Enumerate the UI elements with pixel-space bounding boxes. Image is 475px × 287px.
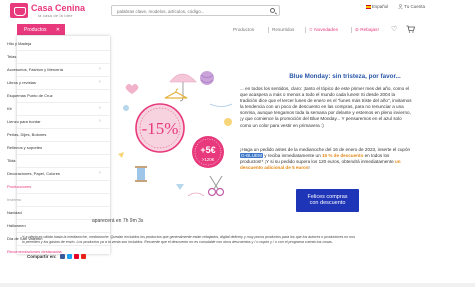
discount-highlight: 15 % de descuento: [321, 153, 364, 159]
language-label: Español: [372, 4, 389, 9]
countdown-text: aparecerá en 7h 9m 3s: [92, 218, 144, 224]
menu-item-perlas[interactable]: Perlas, Dijes, Botones: [7, 132, 46, 137]
products-menu-button[interactable]: Productos ✕: [17, 24, 65, 35]
thread-spool-icon: [135, 166, 147, 182]
nav-link-novedades[interactable]: ✩ Novedades: [309, 27, 338, 33]
pinterest-icon[interactable]: [74, 254, 79, 259]
offer-text: !: [308, 165, 310, 171]
hero-paragraph-intro: ... en todos los sentidos, claro: ¡tanto…: [240, 86, 412, 128]
offer-text: ¡Haga un pedido antes de la medianoche d…: [240, 147, 411, 152]
yarn-ball-icon: [200, 71, 214, 85]
menu-item-tilda[interactable]: Tilda: [7, 158, 16, 163]
menu-divider: [17, 50, 110, 51]
chevron-right-icon: ›: [99, 170, 101, 176]
scissors-icon: [207, 175, 225, 197]
hanger-icon: [164, 88, 188, 99]
menu-item-hilo[interactable]: Hilo y Madeja: [7, 41, 31, 46]
search-icon[interactable]: [270, 8, 275, 13]
coupon-code: G-BLUEM: [240, 153, 263, 159]
menu-divider: [17, 63, 110, 64]
chevron-right-icon: ›: [99, 105, 101, 111]
menu-divider: [17, 193, 110, 194]
site-header: Casa Cenina la casa de la idee Español T…: [0, 0, 475, 22]
star-icon: ✩: [309, 27, 313, 32]
blue-monday-illustration: -15% +5€ >120€: [118, 71, 233, 197]
menu-divider: [17, 206, 110, 207]
heart-decoration-icon: [125, 84, 139, 94]
logo-icon[interactable]: [10, 3, 28, 18]
menu-divider: [17, 141, 110, 142]
heart-icon[interactable]: ♡: [391, 26, 399, 33]
footer-strip: [0, 283, 475, 287]
account-link[interactable]: Tu Cuenta: [398, 4, 426, 10]
youtube-icon[interactable]: [81, 254, 86, 259]
products-menu-label: Productos: [24, 27, 47, 33]
menu-item-decoraciones[interactable]: Decoraciones, Papel, Colores: [7, 171, 60, 176]
cart-icon[interactable]: [406, 25, 415, 33]
account-label: Tu Cuenta: [404, 4, 426, 9]
chevron-right-icon: ›: [99, 118, 101, 124]
menu-item-libros[interactable]: Libros y revistas: [7, 80, 36, 85]
bead-decoration-icon: [123, 105, 129, 111]
menu-divider: [17, 89, 110, 90]
user-icon: [398, 4, 403, 10]
nav-link-rebajas-label: Rebajas!: [360, 27, 379, 32]
menu-divider: [17, 128, 110, 129]
menu-item-halloween[interactable]: Halloween: [7, 223, 26, 228]
menu-divider: [17, 115, 110, 116]
nav-link-novedades-label: Novedades: [314, 27, 338, 32]
search-input[interactable]: [117, 7, 267, 15]
menu-item-rellenos[interactable]: Rellenos y soportes: [7, 145, 42, 150]
facebook-icon[interactable]: [60, 254, 65, 259]
shop-discount-button[interactable]: Felices compras con descuento: [296, 189, 359, 212]
chevron-right-icon: ›: [99, 79, 101, 85]
badge-percent: -15%: [142, 119, 179, 138]
disclaimer-line-1: *La oferta es válida hasta la medianoche…: [22, 235, 356, 239]
brand-tagline: la casa de la idee: [38, 13, 73, 18]
umbrella-icon: [169, 73, 197, 102]
menu-item-kit[interactable]: Kit: [7, 106, 12, 111]
spain-flag-icon: [366, 5, 371, 9]
twitter-icon[interactable]: [67, 254, 72, 259]
menu-divider: [17, 232, 110, 233]
shop-discount-label: Felices compras con descuento: [307, 193, 348, 207]
close-icon[interactable]: ✕: [56, 27, 60, 33]
language-selector[interactable]: Español: [366, 4, 388, 9]
share-label: Compartir en:: [27, 254, 57, 259]
tag-icon: ⊘: [355, 27, 359, 32]
hero-title: Blue Monday: sin tristeza, por favor...: [289, 73, 401, 80]
menu-item-accesorios[interactable]: Accesorios, Fashion y Mercería: [7, 67, 63, 72]
menu-item-lienzo[interactable]: Lienzo para bordar: [7, 119, 41, 124]
nav-divider: [268, 27, 269, 33]
menu-divider: [17, 154, 110, 155]
search-bar[interactable]: [111, 5, 280, 16]
menu-item-esquemas[interactable]: Esquemas Punto de Cruz: [7, 93, 53, 98]
disclaimer-line-2: lo permiten y los gastos de envío. Los p…: [22, 240, 333, 244]
nav-link-productos[interactable]: Productos: [233, 27, 254, 32]
menu-item-producciones[interactable]: Producciones: [7, 184, 31, 189]
menu-item-invierno[interactable]: Invierno: [7, 197, 21, 202]
menu-divider: [17, 180, 110, 181]
nav-divider: [305, 27, 306, 33]
offer-text: y reciba inmediatamente un: [262, 153, 322, 159]
button-decoration-icon: [224, 118, 232, 126]
nav-link-resurtidos[interactable]: Resurtidos: [272, 27, 294, 32]
menu-divider: [17, 245, 110, 246]
menu-divider: [17, 167, 110, 168]
extra-discount-badge: +5€ >120€: [192, 136, 224, 168]
nav-divider: [351, 27, 352, 33]
hero-paragraph-offer: ¡Haga un pedido antes de la medianoche d…: [240, 147, 412, 171]
nav-link-rebajas[interactable]: ⊘ Rebajas!: [355, 27, 379, 33]
badge-extra: +5€: [200, 145, 215, 155]
menu-item-telas[interactable]: Telas: [7, 54, 16, 59]
menu-item-navidad[interactable]: Navidad: [7, 210, 22, 215]
menu-divider: [17, 102, 110, 103]
chevron-right-icon: ›: [99, 66, 101, 72]
brand-name[interactable]: Casa Cenina: [31, 3, 85, 13]
menu-divider: [17, 76, 110, 77]
badge-extra-sub: >120€: [202, 157, 215, 162]
discount-badge: -15%: [135, 103, 185, 153]
